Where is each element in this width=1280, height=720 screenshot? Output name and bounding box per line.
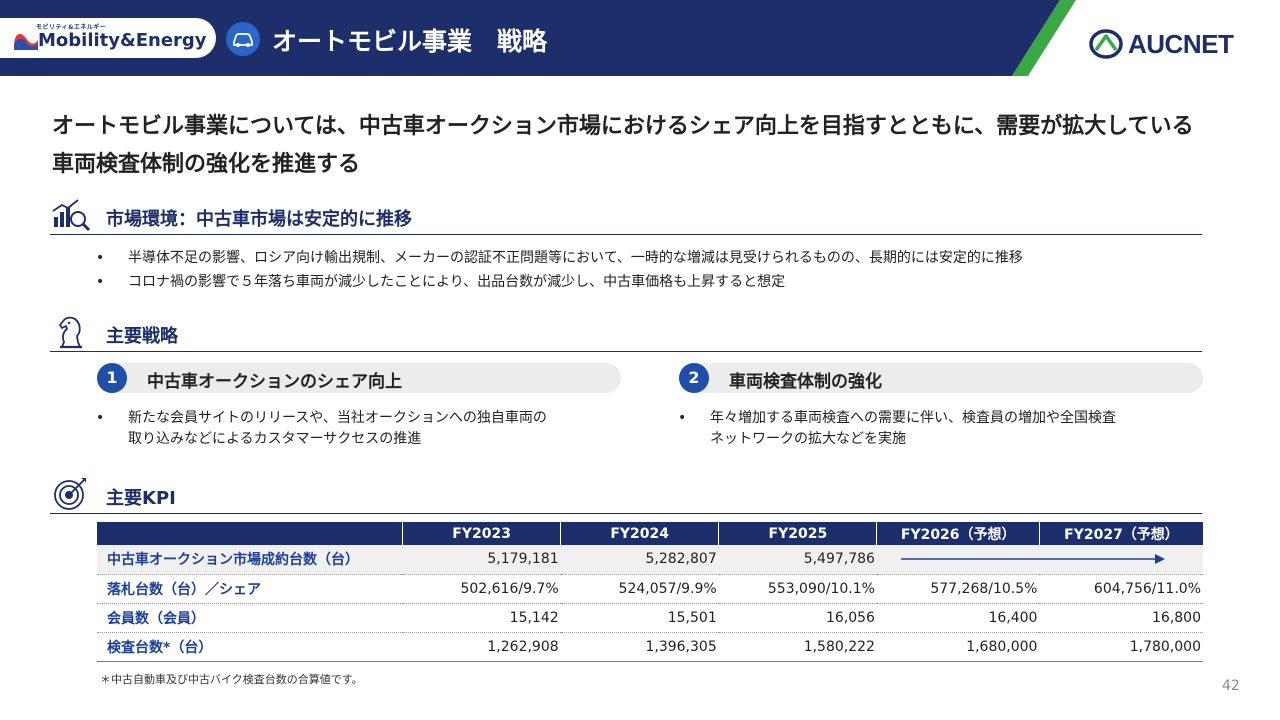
- brand-name: Mobility&Energy: [38, 30, 207, 51]
- list-item: コロナ禍の影響で５年落ち車両が減少したことにより、出品台数が減少し、中古車価格も…: [96, 270, 1023, 294]
- strategy-desc-line: ネットワークの拡大などを実施: [710, 431, 906, 447]
- strategy-desc-line: 取り込みなどによるカスタマーサクセスの推進: [128, 431, 422, 447]
- table-cell: 15,142: [402, 603, 561, 633]
- chess-knight-icon: [59, 316, 82, 349]
- table-header-cell: FY2024: [560, 522, 720, 545]
- strategy-desc-1: • 新たな会員サイトのリリースや、当社オークションへの独自車両の 取り込みなどに…: [96, 408, 636, 450]
- strategy-item-1: 1 中古車オークションのシェア向上: [97, 363, 621, 393]
- table-cell: 1,262,908: [402, 632, 561, 662]
- list-item: 半導体不足の影響、ロシア向け輸出規制、メーカーの認証不正問題等において、一時的な…: [96, 246, 1023, 270]
- section-strategy: 主要戦略: [50, 314, 1202, 352]
- table-cell: 502,616/9.7%: [402, 574, 561, 604]
- table-header-blank: [97, 522, 404, 545]
- table-header-cell: FY2025: [718, 522, 878, 545]
- right-arrow-icon: [900, 554, 1165, 565]
- strategy-number-badge: 1: [97, 363, 127, 393]
- lead-statement: オートモビル事業については、中古車オークション市場におけるシェア向上を目指すとと…: [52, 114, 1194, 177]
- table-cell: 5,179,181: [402, 545, 561, 575]
- aucnet-logo-text: AUCNET: [1128, 29, 1234, 59]
- table-cell: 16,800: [1039, 603, 1203, 633]
- table-header-cell: FY2026（予想）: [876, 522, 1040, 545]
- strategy-desc-line: 年々増加する車両検査への需要に伴い、検査員の増加や全国検査: [710, 410, 1116, 426]
- table-cell: 1,680,000: [876, 632, 1040, 662]
- section-strategy-title: 主要戦略: [106, 326, 178, 347]
- table-cell: 1,580,222: [718, 632, 877, 662]
- table-cell: 577,268/10.5%: [876, 574, 1040, 604]
- section-market-title: 市場環境：中古車市場は安定的に推移: [106, 209, 412, 230]
- table-header-cell: FY2027（予想）: [1039, 522, 1203, 545]
- section-kpi-title: 主要KPI: [106, 488, 176, 509]
- table-row: 会員数（会員） 15,142 15,501 16,056 16,400 16,8…: [97, 603, 1203, 633]
- car-icon: [233, 33, 253, 47]
- table-header-cell: FY2023: [402, 522, 562, 545]
- row-label: 会員数（会員）: [97, 603, 403, 633]
- page-number: 42: [1222, 678, 1240, 694]
- row-label: 検査台数*（台）: [97, 632, 403, 662]
- table-cell: 16,400: [876, 603, 1040, 633]
- table-cell: 1,780,000: [1039, 632, 1203, 662]
- table-cell: 5,497,786: [718, 545, 877, 575]
- strategy-desc-line: 新たな会員サイトのリリースや、当社オークションへの独自車両の: [128, 410, 547, 426]
- table-row: 中古車オークション市場成約台数（台） 5,179,181 5,282,807 5…: [97, 545, 1203, 575]
- row-label: 中古車オークション市場成約台数（台）: [97, 545, 403, 575]
- strategy-label: 中古車オークションのシェア向上: [147, 372, 402, 392]
- table-cell: 15,501: [560, 603, 719, 633]
- strategy-desc-2: • 年々増加する車両検査への需要に伴い、検査員の増加や全国検査 ネットワークの拡…: [678, 408, 1198, 450]
- section-market: 市場環境：中古車市場は安定的に推移: [50, 197, 1202, 235]
- table-cell: 604,756/11.0%: [1039, 574, 1203, 604]
- table-row: 落札台数（台）／シェア 502,616/9.7% 524,057/9.9% 55…: [97, 574, 1203, 604]
- table-header-row: FY2023 FY2024 FY2025 FY2026（予想） FY2027（予…: [97, 522, 1203, 545]
- table-cell: 524,057/9.9%: [560, 574, 719, 604]
- strategy-label: 車両検査体制の強化: [729, 372, 882, 392]
- table-cell: 553,090/10.1%: [718, 574, 877, 604]
- footnote: ＊中古自動車及び中古バイク検査台数の合算値です。: [100, 673, 363, 686]
- car-icon-badge: [226, 22, 260, 56]
- table-row: 検査台数*（台） 1,262,908 1,396,305 1,580,222 1…: [97, 632, 1203, 662]
- table-cell: 1,396,305: [560, 632, 719, 662]
- page-title: オートモビル事業 戦略: [272, 27, 548, 56]
- market-chart-magnifier-icon: [52, 199, 91, 232]
- strategy-number-badge: 2: [679, 363, 709, 393]
- slide-header: モビリティ&エネルギー Mobility&Energy オートモビル事業 戦略 …: [0, 0, 1280, 76]
- row-label: 落札台数（台）／シェア: [97, 574, 403, 604]
- kpi-table: FY2023 FY2024 FY2025 FY2026（予想） FY2027（予…: [97, 522, 1203, 662]
- table-cell: 5,282,807: [560, 545, 719, 575]
- target-arrow-icon: [54, 478, 86, 510]
- market-bullet-list: 半導体不足の影響、ロシア向け輸出規制、メーカーの認証不正問題等において、一時的な…: [96, 246, 1023, 294]
- strategy-item-2: 2 車両検査体制の強化: [679, 363, 1203, 393]
- table-cell: 16,056: [718, 603, 877, 633]
- trend-arrow-cell: [876, 545, 1203, 575]
- section-kpi: 主要KPI: [50, 476, 1202, 514]
